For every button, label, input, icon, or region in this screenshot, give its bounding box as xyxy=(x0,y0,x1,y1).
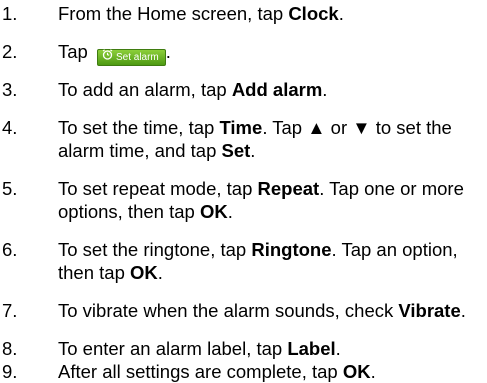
ui-term-ok: OK xyxy=(199,201,228,222)
step-text: From the Home screen, tap Clock. xyxy=(58,2,483,25)
step-number: 1. xyxy=(2,3,18,24)
ui-term-clock: Clock xyxy=(288,3,339,24)
step-text-part: . xyxy=(335,338,341,359)
step-number: 2. xyxy=(2,41,18,62)
step-text: Tap Set alarm. xyxy=(58,40,483,66)
step-number: 6. xyxy=(2,239,18,260)
step-text-part: To add an alarm, tap xyxy=(58,79,232,100)
step-text-part: . xyxy=(322,79,328,100)
step-number: 3. xyxy=(2,79,18,100)
step-text-part: Tap xyxy=(58,41,93,62)
ui-term-repeat: Repeat xyxy=(257,178,320,199)
step-text-part: . xyxy=(250,140,256,161)
step-text-part: To vibrate when the alarm sounds, check xyxy=(58,300,399,321)
step-text-part: . xyxy=(165,41,171,62)
ui-term-ok: OK xyxy=(342,361,371,382)
ui-term-vibrate: Vibrate xyxy=(398,300,461,321)
step-text-part: . xyxy=(157,262,163,283)
step-number: 9. xyxy=(2,361,18,382)
step-text: To add an alarm, tap Add alarm. xyxy=(58,78,483,101)
step-text-part: . xyxy=(338,3,344,24)
step-text-part: To set repeat mode, tap xyxy=(58,178,258,199)
ui-term-ok: OK xyxy=(130,262,158,283)
set-alarm-button-label: Set alarm xyxy=(115,52,159,63)
step-text-part: After all settings are complete, tap xyxy=(58,361,343,382)
step-number: 7. xyxy=(2,300,18,321)
step-text-part: To set the ringtone, tap xyxy=(58,239,252,260)
alarm-clock-icon xyxy=(102,49,113,66)
step-text: To set repeat mode, tap Repeat. Tap one … xyxy=(58,177,483,223)
alarm-instructions: 1. From the Home screen, tap Clock. 2. T… xyxy=(0,0,487,383)
step-number: 5. xyxy=(2,178,18,199)
set-alarm-button-image: Set alarm xyxy=(96,49,166,66)
ui-term-set: Set xyxy=(221,140,251,161)
step-text: After all settings are complete, tap OK. xyxy=(58,360,483,383)
step-text: To set the time, tap Time. Tap ▲ or ▼ to… xyxy=(58,116,483,162)
step-text: To enter an alarm label, tap Label. xyxy=(58,337,483,360)
step-text: To vibrate when the alarm sounds, check … xyxy=(58,299,468,322)
step-text-part: . xyxy=(460,300,466,321)
step-text-part: From the Home screen, tap xyxy=(58,3,289,24)
ui-term-label: Label xyxy=(287,338,336,359)
ui-term-add-alarm: Add alarm xyxy=(231,79,323,100)
step-text-part: . xyxy=(370,361,376,382)
ui-term-time: Time xyxy=(219,117,263,138)
ui-term-ringtone: Ringtone xyxy=(251,239,332,260)
step-text-part: To enter an alarm label, tap xyxy=(58,338,288,359)
step-number: 4. xyxy=(2,117,18,138)
step-text-part: . xyxy=(227,201,233,222)
step-number: 8. xyxy=(2,338,18,359)
step-text: To set the ringtone, tap Ringtone. Tap a… xyxy=(58,238,483,284)
step-text-part: To set the time, tap xyxy=(58,117,220,138)
